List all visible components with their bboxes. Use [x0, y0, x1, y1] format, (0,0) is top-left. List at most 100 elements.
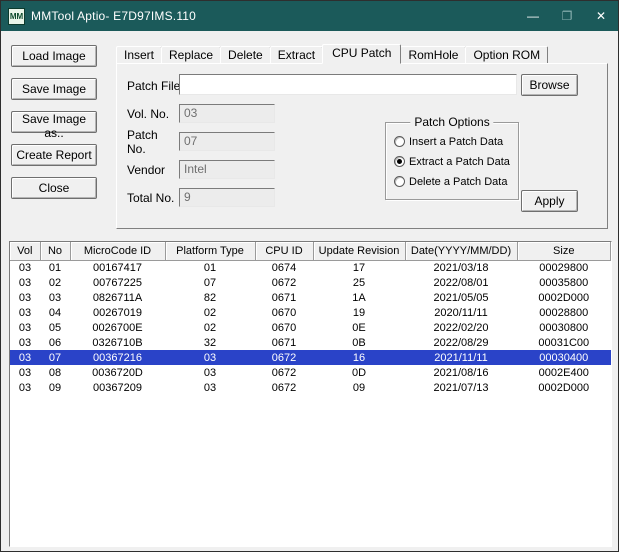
table-cell: 0D [351, 366, 367, 379]
cpu-patch-panel: Patch File Browse Vol. No. 03 Patch No. 07 V… [116, 63, 608, 229]
table-cell: 06 [48, 336, 62, 349]
table-row[interactable]: 03 08 0036720D 03 0672 0D 2021/08/16 0002E400 [10, 365, 611, 380]
field-value: 03 [179, 104, 275, 123]
column-header-platform-type[interactable]: Platform Type [165, 242, 256, 261]
table-cell: 00367209 [93, 381, 142, 394]
column-header-cpu-id[interactable]: CPU ID [255, 242, 314, 261]
table-row[interactable]: 03 04 00267019 02 0670 19 2020/11/11 00028800 [10, 305, 611, 320]
titlebar: MM MMTool Aptio- E7D97IMS.110 — ❐ ✕ [1, 1, 618, 31]
column-header-no[interactable]: No [40, 242, 71, 261]
table-cell: 07 [203, 276, 217, 289]
table-cell: 32 [203, 336, 217, 349]
table-cell: 00267019 [93, 306, 142, 319]
table-cell: 0002D000 [538, 291, 590, 304]
radio-label: Extract a Patch Data [409, 155, 510, 168]
field-total-no: Total No. 9 [127, 188, 275, 207]
sidebar-button-save-image[interactable]: Save Image [11, 78, 97, 100]
table-body: 03 01 00167417 01 0674 17 2021/03/18 00029800 03… [10, 260, 611, 395]
tab-replace[interactable]: Replace [161, 46, 222, 63]
table-cell: 0002E400 [538, 366, 589, 379]
table-cell: 0E [352, 321, 366, 334]
radio-icon [394, 156, 405, 167]
sidebar-button-close[interactable]: Close [11, 177, 97, 199]
tab-cpu-patch[interactable]: CPU Patch [322, 44, 402, 64]
field-label: Total No. [127, 190, 175, 205]
table-cell: 00031C00 [538, 336, 590, 349]
info-fields: Vol. No. 03 Patch No. 07 Vendor Intel Total No… [127, 104, 275, 216]
table-cell: 0036720D [92, 366, 143, 379]
table-cell: 2022/02/20 [433, 321, 489, 334]
table-row[interactable]: 03 09 00367209 03 0672 09 2021/07/13 0002D000 [10, 380, 611, 395]
tab-romhole[interactable]: RomHole [400, 46, 467, 63]
app-icon: MM [8, 7, 25, 25]
column-header-size[interactable]: Size [517, 242, 611, 261]
table-cell: 0002D000 [538, 381, 590, 394]
minimize-button[interactable]: — [516, 1, 550, 31]
table-cell: 19 [352, 306, 366, 319]
patch-options-group: Patch Options Insert a Patch Data Extract… [385, 115, 519, 200]
tab-strip: Insert Replace Delete Extract CPU Patch RomHo… [116, 43, 608, 64]
table-cell: 0672 [271, 366, 297, 379]
table-cell: 0026700E [92, 321, 143, 334]
table-cell: 0B [352, 336, 366, 349]
table-cell: 01 [203, 261, 217, 274]
table-cell: 03 [48, 291, 62, 304]
field-vendor: Vendor Intel [127, 160, 275, 179]
radio-icon [394, 136, 405, 147]
tab-insert[interactable]: Insert [116, 46, 163, 63]
table-cell: 03 [18, 366, 32, 379]
table-cell: 00035800 [539, 276, 589, 289]
radio-extract-a-patch-data[interactable]: Extract a Patch Data [394, 153, 518, 170]
field-value: 07 [179, 132, 275, 151]
field-patch-no: Patch No. 07 [127, 128, 275, 156]
table-cell: 0672 [255, 350, 313, 365]
table-cell: 0671 [271, 336, 297, 349]
table-row[interactable]: 03 02 00767225 07 0672 25 2022/08/01 00035800 [10, 275, 611, 290]
table-cell: 0671 [271, 291, 297, 304]
table-cell: 09 [352, 381, 366, 394]
table-cell: 0670 [271, 321, 297, 334]
table-cell: 2022/08/29 [433, 336, 489, 349]
browse-button[interactable]: Browse [521, 74, 578, 96]
table-row[interactable]: 03 01 00167417 01 0674 17 2021/03/18 00029800 [10, 260, 611, 275]
column-header-microcode-id[interactable]: MicroCode ID [70, 242, 166, 261]
table-cell: 2021/11/11 [405, 350, 517, 365]
tab-option-rom[interactable]: Option ROM [465, 46, 549, 63]
close-button[interactable]: ✕ [584, 1, 618, 31]
sidebar: Load Image Save Image Save Image as.. Creat… [11, 45, 97, 210]
table-row[interactable]: 03 07 00367216 03 0672 16 2021/11/11 00030400 [10, 350, 611, 365]
table-cell: 00030800 [539, 321, 589, 334]
sidebar-button-create-report[interactable]: Create Report [11, 144, 97, 166]
apply-button[interactable]: Apply [521, 190, 578, 212]
table-cell: 2021/05/05 [433, 291, 489, 304]
sidebar-button-load-image[interactable]: Load Image [11, 45, 97, 67]
field-label: Vol. No. [127, 106, 170, 121]
table-row[interactable]: 03 06 0326710B 32 0671 0B 2022/08/29 00031C00 [10, 335, 611, 350]
maximize-button[interactable]: ❐ [550, 1, 584, 31]
table-cell: 82 [203, 291, 217, 304]
field-value: Intel [179, 160, 275, 179]
column-header-date-yyyy-mm-dd[interactable]: Date(YYYY/MM/DD) [405, 242, 518, 261]
tab-extract[interactable]: Extract [269, 46, 324, 63]
patch-file-label: Patch File [127, 79, 181, 93]
table-cell: 00029800 [539, 261, 589, 274]
radio-insert-a-patch-data[interactable]: Insert a Patch Data [394, 133, 518, 150]
sidebar-button-save-image-as[interactable]: Save Image as.. [11, 111, 97, 140]
table-cell: 0670 [271, 306, 297, 319]
table-cell: 03 [203, 366, 217, 379]
field-label: Vendor [127, 162, 166, 177]
table-cell: 05 [48, 321, 62, 334]
table-cell: 2022/08/01 [433, 276, 489, 289]
column-header-update-revision[interactable]: Update Revision [313, 242, 406, 261]
table-row[interactable]: 03 05 0026700E 02 0670 0E 2022/02/20 00030800 [10, 320, 611, 335]
table-cell: 00028800 [539, 306, 589, 319]
table-cell: 0672 [271, 381, 297, 394]
tab-delete[interactable]: Delete [220, 46, 271, 63]
table-cell: 02 [203, 321, 217, 334]
table-row[interactable]: 03 03 0826711A 82 0671 1A 2021/05/05 0002D000 [10, 290, 611, 305]
patch-file-input[interactable] [179, 74, 517, 95]
column-header-vol[interactable]: Vol [10, 242, 41, 261]
table-cell: 2020/11/11 [434, 306, 488, 319]
table-cell: 04 [48, 306, 62, 319]
radio-delete-a-patch-data[interactable]: Delete a Patch Data [394, 173, 518, 190]
